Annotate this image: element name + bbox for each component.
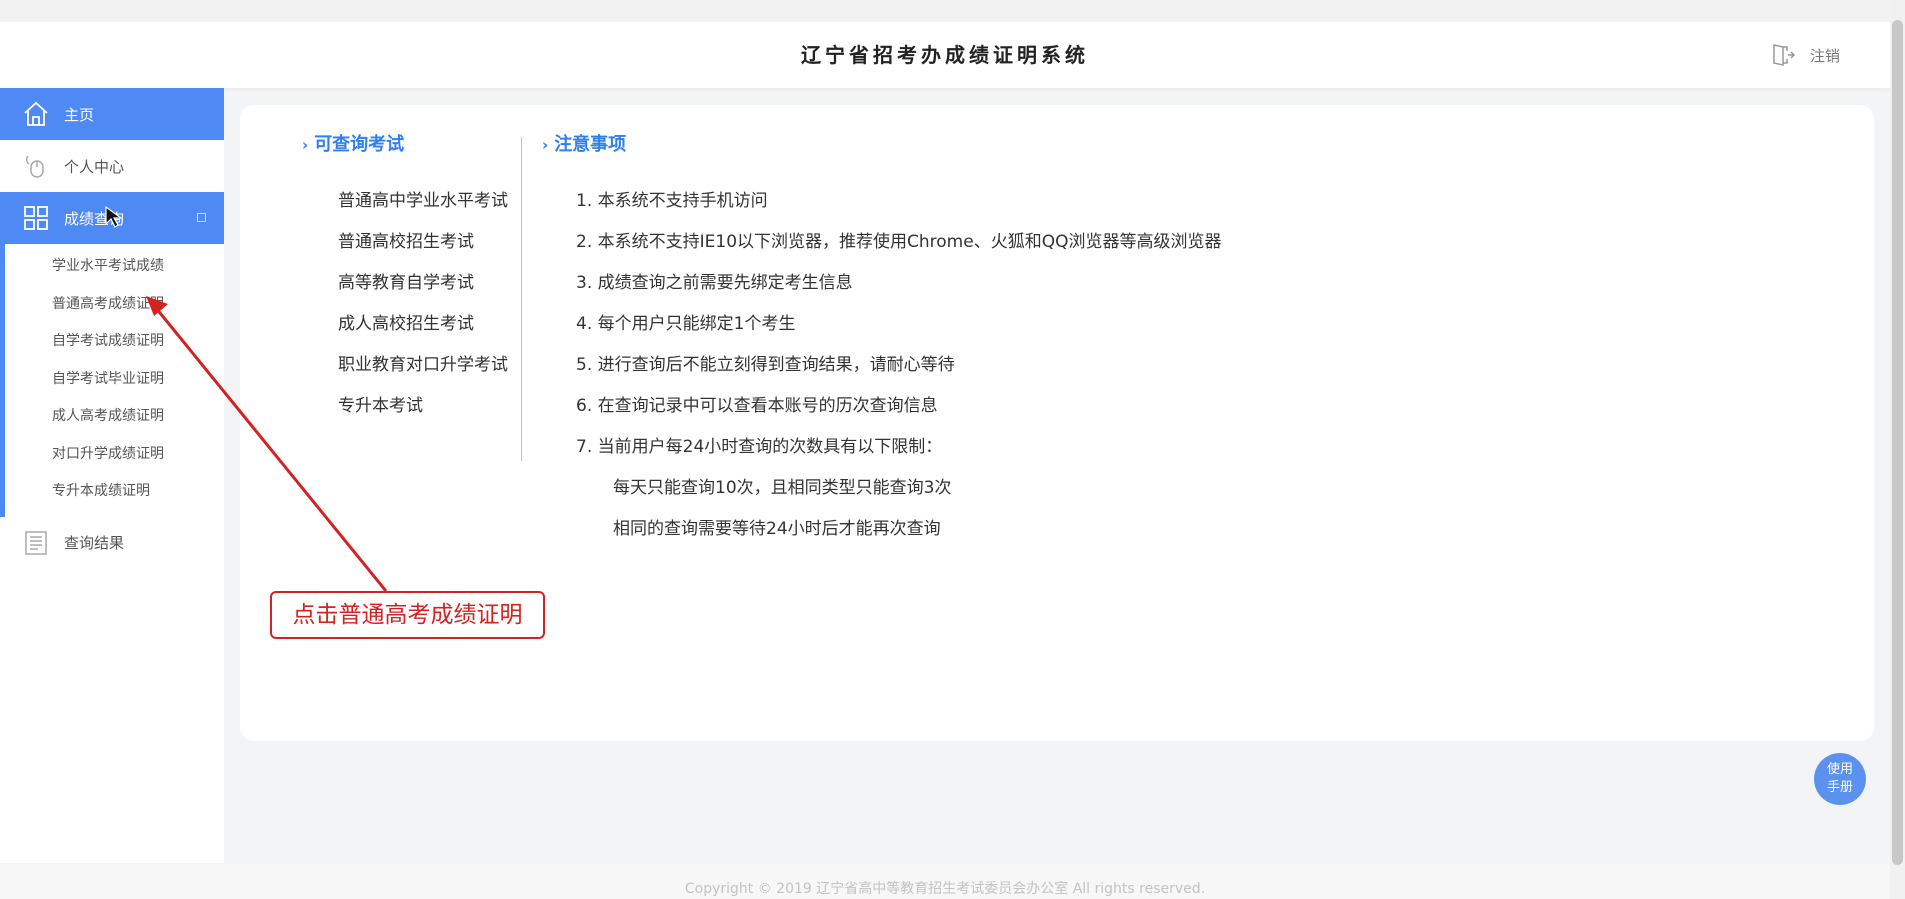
note-item: 6. 在查询记录中可以查看本账号的历次查询信息	[576, 396, 938, 416]
chevron-right-icon: ›	[542, 136, 549, 154]
notes-list: 1. 本系统不支持手机访问 2. 本系统不支持IE10以下浏览器，推荐使用Chr…	[542, 181, 1842, 550]
note-item: 5. 进行查询后不能立刻得到查询结果，请耐心等待	[576, 355, 955, 375]
notes-title: › 注意事项	[542, 131, 1842, 159]
sub-note-item: 相同的查询需要等待24小时后才能再次查询	[613, 519, 941, 539]
submenu-item-upgrade-exam[interactable]: 专升本成绩证明	[5, 473, 224, 511]
scrollbar-thumb[interactable]	[1892, 20, 1903, 865]
exam-item[interactable]: 高等教育自学考试	[338, 263, 520, 304]
notes-title-text: 注意事项	[554, 134, 627, 155]
submenu-item-gaokao-certificate[interactable]: 普通高考成绩证明	[5, 286, 224, 324]
logout-label: 注销	[1809, 46, 1840, 65]
logout-button[interactable]: 注销	[1770, 42, 1840, 68]
browser-top-strip	[0, 0, 1890, 22]
note-item: 2. 本系统不支持IE10以下浏览器，推荐使用Chrome、火狐和QQ浏览器等高…	[576, 232, 1222, 252]
exam-item[interactable]: 成人高校招生考试	[338, 304, 520, 345]
sidebar-item-profile[interactable]: 个人中心	[0, 140, 224, 192]
exam-item[interactable]: 专升本考试	[338, 386, 520, 427]
note-item: 7. 当前用户每24小时查询的次数具有以下限制：	[576, 437, 943, 457]
notes-section: › 注意事项 1. 本系统不支持手机访问 2. 本系统不支持IE10以下浏览器，…	[542, 131, 1842, 550]
page-scrollbar[interactable]	[1890, 0, 1905, 899]
sidebar-item-profile-label: 个人中心	[64, 157, 125, 176]
submenu-item-vocational-admission[interactable]: 对口升学成绩证明	[5, 436, 224, 474]
page-title: 辽宁省招考办成绩证明系统	[801, 43, 1089, 67]
submenu-item-adult-gaokao[interactable]: 成人高考成绩证明	[5, 398, 224, 436]
available-exams-section: › 可查询考试 普通高中学业水平考试 普通高校招生考试 高等教育自学考试 成人高…	[302, 131, 520, 427]
chevron-right-icon: ›	[302, 136, 309, 154]
exam-item[interactable]: 普通高中学业水平考试	[338, 181, 520, 222]
score-query-submenu: 学业水平考试成绩 普通高考成绩证明 自学考试成绩证明 自学考试毕业证明 成人高考…	[0, 244, 224, 517]
mouse-icon	[25, 155, 44, 178]
grid-icon	[24, 206, 48, 230]
home-icon	[24, 101, 48, 126]
exam-item[interactable]: 普通高校招生考试	[338, 222, 520, 263]
note-item: 1. 本系统不支持手机访问	[576, 191, 768, 211]
main-card: › 可查询考试 普通高中学业水平考试 普通高校招生考试 高等教育自学考试 成人高…	[240, 105, 1874, 741]
app-header: 辽宁省招考办成绩证明系统 注销	[0, 22, 1890, 88]
expand-square-icon	[197, 213, 206, 222]
submenu-item-self-study-score[interactable]: 自学考试成绩证明	[5, 323, 224, 361]
mouse-cursor-icon	[105, 205, 123, 228]
user-manual-button[interactable]: 使用 手册	[1814, 753, 1866, 805]
annotation-label: 点击普通高考成绩证明	[270, 591, 545, 639]
sidebar-item-query-results[interactable]: 查询结果	[0, 517, 224, 569]
submenu-item-academic-level[interactable]: 学业水平考试成绩	[5, 248, 224, 286]
submenu-item-self-study-graduation[interactable]: 自学考试毕业证明	[5, 361, 224, 399]
footer-copyright: Copyright © 2019 辽宁省高中等教育招生考试委员会办公室 All …	[0, 864, 1890, 899]
exam-list: 普通高中学业水平考试 普通高校招生考试 高等教育自学考试 成人高校招生考试 职业…	[302, 181, 520, 427]
note-item: 4. 每个用户只能绑定1个考生	[576, 314, 796, 334]
sidebar-item-query-results-label: 查询结果	[64, 534, 125, 552]
note-item: 3. 成绩查询之前需要先绑定考生信息	[576, 273, 853, 293]
exam-item[interactable]: 职业教育对口升学考试	[338, 345, 520, 386]
logout-icon	[1773, 44, 1796, 66]
available-exams-title-text: 可查询考试	[314, 134, 405, 155]
user-manual-line2: 手册	[1826, 780, 1853, 795]
sidebar-item-home-label: 主页	[64, 105, 95, 124]
section-divider	[521, 137, 522, 461]
user-manual-line1: 使用	[1826, 762, 1853, 777]
available-exams-title: › 可查询考试	[302, 131, 520, 159]
document-icon	[25, 530, 47, 555]
sub-note-item: 每天只能查询10次，且相同类型只能查询3次	[613, 478, 952, 498]
sidebar-item-home[interactable]: 主页	[0, 88, 224, 140]
